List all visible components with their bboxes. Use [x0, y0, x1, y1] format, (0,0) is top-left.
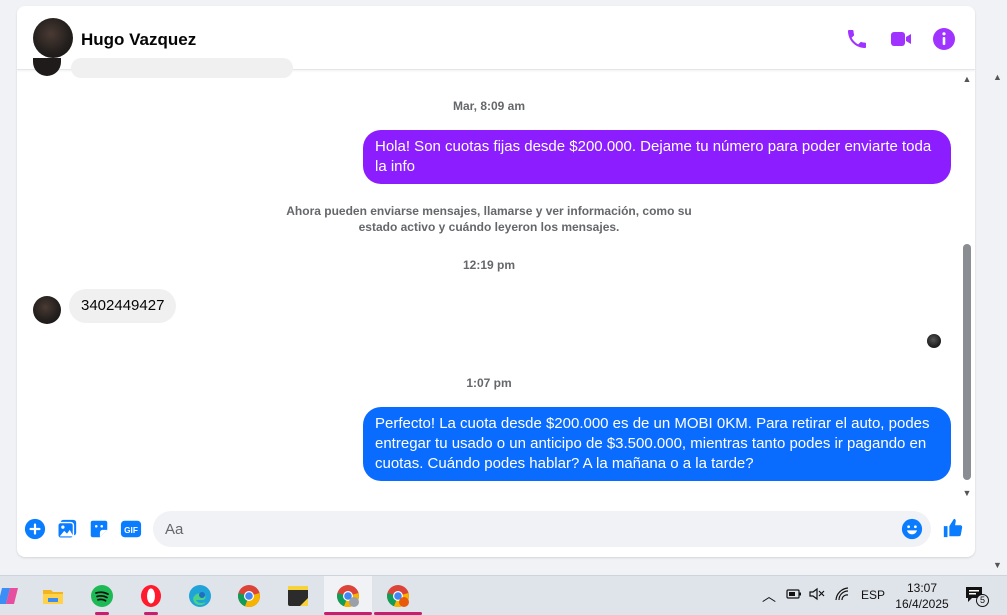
message-scrollbar[interactable]: ▲ ▼: [960, 72, 974, 500]
outgoing-message[interactable]: Perfecto! La cuota desde $200.000 es de …: [363, 407, 951, 481]
message-input-container[interactable]: [153, 511, 931, 547]
phone-icon[interactable]: [845, 27, 869, 51]
opera-icon[interactable]: [131, 576, 171, 615]
file-explorer-icon[interactable]: [33, 576, 73, 615]
timestamp: Mar, 8:09 am: [452, 99, 526, 113]
spotify-icon[interactable]: [82, 576, 122, 615]
incoming-message: [71, 58, 293, 78]
incoming-message[interactable]: 3402449427: [69, 289, 177, 323]
copilot-icon[interactable]: [0, 576, 28, 615]
message-input[interactable]: [165, 511, 885, 547]
sticky-notes-icon[interactable]: [278, 576, 318, 615]
emoji-icon[interactable]: [901, 518, 923, 540]
seen-indicator-avatar: [927, 334, 941, 348]
volume-muted-icon[interactable]: [809, 587, 825, 604]
gif-label: GIF: [124, 526, 138, 535]
page-scroll-down-icon[interactable]: ▼: [993, 560, 1002, 570]
timestamp: 12:19 pm: [462, 258, 516, 272]
contact-avatar-small[interactable]: [33, 296, 61, 324]
chat-panel: Hugo Vazquez Mar, 8:09 am Hola! Son cuot…: [17, 6, 975, 557]
chrome-icon[interactable]: [229, 576, 269, 615]
clock-time: 13:07: [906, 581, 938, 595]
system-message: Ahora pueden enviarse mensajes, llamarse…: [286, 204, 692, 234]
page-scroll-up-icon[interactable]: ▲: [993, 72, 1002, 82]
chrome-profile-icon[interactable]: [324, 576, 372, 615]
chrome-profile-2-icon[interactable]: [374, 576, 422, 615]
scroll-thumb[interactable]: [963, 244, 971, 480]
message-list[interactable]: Mar, 8:09 am Hola! Son cuotas fijas desd…: [17, 58, 962, 490]
timestamp: 1:07 pm: [466, 376, 512, 390]
scroll-down-arrow-icon[interactable]: ▼: [962, 488, 972, 498]
contact-avatar-small: [33, 58, 61, 76]
clock-date: 16/4/2025: [895, 597, 949, 611]
clock[interactable]: 13:07 16/4/2025: [886, 580, 958, 612]
taskbar: ︿ ESP 13:07 16/4/2025 5: [0, 575, 1007, 615]
contact-avatar[interactable]: [33, 18, 73, 58]
info-icon[interactable]: [932, 27, 956, 51]
edge-icon[interactable]: [180, 576, 220, 615]
contact-name[interactable]: Hugo Vazquez: [81, 30, 196, 50]
language-indicator[interactable]: ESP: [861, 588, 885, 602]
outgoing-message[interactable]: Hola! Son cuotas fijas desde $200.000. D…: [363, 130, 951, 184]
wifi-icon[interactable]: [835, 587, 851, 604]
battery-icon[interactable]: [786, 588, 802, 603]
like-icon[interactable]: [942, 517, 966, 541]
show-hidden-icons-chevron-icon[interactable]: ︿: [762, 586, 776, 606]
scroll-up-arrow-icon[interactable]: ▲: [962, 74, 972, 84]
video-call-icon[interactable]: [889, 27, 913, 51]
notifications-badge: 5: [976, 594, 989, 607]
gif-icon[interactable]: GIF: [120, 518, 142, 540]
sticker-icon[interactable]: [88, 518, 110, 540]
composer: GIF: [17, 506, 975, 554]
notifications-icon[interactable]: 5: [964, 584, 989, 609]
add-icon[interactable]: [24, 518, 46, 540]
photo-icon[interactable]: [56, 518, 78, 540]
